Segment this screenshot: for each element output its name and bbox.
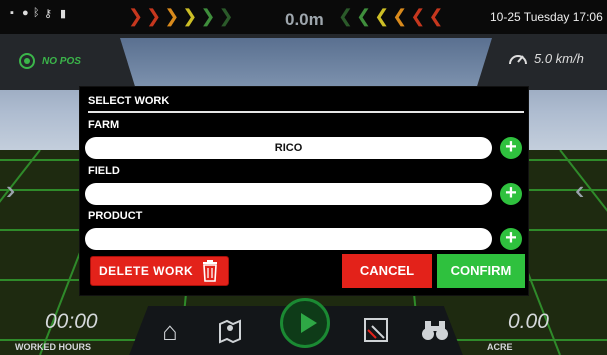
guidance-chevron-icon: ❮ — [338, 6, 357, 26]
product-field[interactable] — [85, 228, 492, 250]
add-farm-button[interactable]: + — [500, 137, 522, 159]
guidance-chevron-icon: ❮ — [374, 6, 393, 26]
confirm-button[interactable]: CONFIRM — [437, 254, 525, 288]
location-icon: ● — [22, 7, 29, 19]
delete-work-button[interactable]: DELETE WORK — [90, 256, 229, 286]
status-bar: ▪ ● ᛒ ⚷ ▮ ❯❯❯❯❯❯ 0.0m ❮❮❮❮❮❮ 10-25 Tuesd… — [0, 0, 607, 34]
farm-label: FARM — [88, 119, 120, 131]
guidance-chevron-icon: ❮ — [410, 6, 429, 26]
trash-icon — [203, 260, 218, 282]
gps-status: NO POS — [18, 52, 81, 70]
guidance-arrows-right: ❮❮❮❮❮❮ — [338, 6, 447, 27]
guidance-chevron-icon: ❯ — [218, 6, 237, 26]
guidance-chevron-icon: ❮ — [392, 6, 411, 26]
acre-label: ACRE — [487, 342, 513, 352]
guidance-chevron-icon: ❮ — [428, 6, 447, 26]
farm-field[interactable]: RICO — [85, 137, 492, 159]
windshield — [120, 38, 492, 86]
bluetooth-icon: ᛒ — [33, 7, 40, 19]
speed-readout: 5.0 km/h — [508, 50, 584, 66]
field-label: FIELD — [88, 165, 120, 177]
satellite-icon — [19, 53, 35, 69]
cancel-button[interactable]: CANCEL — [342, 254, 432, 288]
distance-readout: 0.0m — [285, 10, 324, 29]
worked-hours-value: 00:00 — [45, 310, 98, 333]
home-icon[interactable]: ⌂ — [156, 316, 184, 346]
scroll-left-icon[interactable]: ›› — [6, 175, 18, 206]
map-icon[interactable] — [216, 316, 244, 344]
binoculars-icon[interactable] — [420, 316, 448, 344]
worked-hours-label: WORKED HOURS — [15, 342, 91, 352]
speed-value: 5.0 km/h — [534, 50, 584, 66]
add-field-button[interactable]: + — [500, 183, 522, 205]
scroll-right-icon[interactable]: ‹‹ — [575, 175, 587, 206]
guidance-chevron-icon: ❯ — [128, 6, 147, 26]
notification-icon: ▪ — [10, 7, 14, 19]
acre-value: 0.00 — [508, 310, 549, 333]
guidance-chevron-icon: ❯ — [200, 6, 219, 26]
guidance-chevron-icon: ❯ — [164, 6, 183, 26]
product-label: PRODUCT — [88, 210, 143, 222]
datetime: 10-25 Tuesday 17:06 — [490, 10, 603, 24]
guidance-chevron-icon: ❮ — [356, 6, 375, 26]
key-icon: ⚷ — [44, 8, 53, 20]
title-divider — [88, 111, 524, 113]
field-field[interactable] — [85, 183, 492, 205]
play-button[interactable] — [280, 298, 330, 348]
guidance-chevron-icon: ❯ — [182, 6, 201, 26]
guidance-arrows-left: ❯❯❯❯❯❯ — [128, 6, 237, 27]
speedometer-icon — [509, 55, 527, 65]
guidance-chevron-icon: ❯ — [146, 6, 165, 26]
field-boundary-icon[interactable] — [362, 316, 390, 344]
dialog-title: SELECT WORK — [88, 95, 170, 107]
gps-status-label: NO POS — [42, 55, 81, 67]
add-product-button[interactable]: + — [500, 228, 522, 250]
battery-icon: ▮ — [60, 8, 67, 20]
delete-work-label: DELETE WORK — [99, 264, 194, 278]
select-work-dialog: SELECT WORK FARM RICO + FIELD + PRODUCT … — [79, 86, 529, 296]
